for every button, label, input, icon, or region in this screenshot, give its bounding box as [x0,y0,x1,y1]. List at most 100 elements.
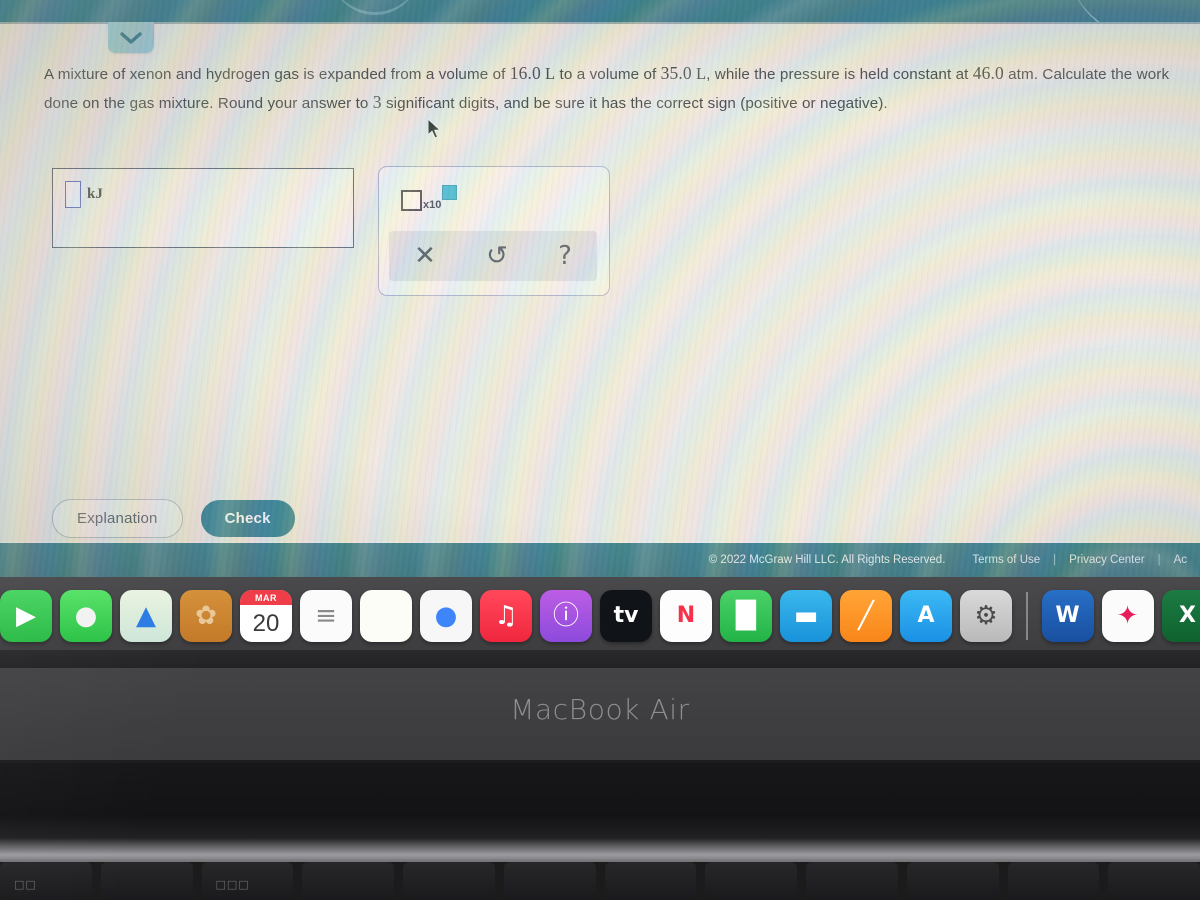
keyboard-function-row: □□ □□□ [0,862,1200,900]
keyboard-key[interactable] [806,862,898,900]
keyboard-key-glyph: □□□ [215,878,250,891]
header-underline [0,22,1200,24]
dock-icon-reminders[interactable]: ≡ [300,590,352,642]
question-part-1: A mixture of xenon and hydrogen gas is e… [44,66,510,83]
dock-icon-reminders-glyph: ≡ [315,601,337,631]
dock-icon-excel-glyph: X [1179,603,1196,628]
math-tool-palette: x10 ✕ ↺ ? [378,166,610,296]
volume-final-value: 35.0 [660,63,692,83]
dock-icon-photos-glyph: ✿ [195,601,217,631]
unit-initial: L [545,64,556,83]
dock-icon-maps-glyph: ▲ [136,601,156,631]
keyboard-key[interactable] [403,862,495,900]
dock-icon-keynote[interactable]: ▬ [780,590,832,642]
dock-icon-news-glyph: N [676,603,696,628]
dock-icon-music[interactable]: ♫ [480,590,532,642]
answer-box[interactable]: kJ [52,168,354,248]
dock-icon-photos[interactable]: ✿ [180,590,232,642]
dock-icon-word-glyph: W [1055,603,1080,628]
terms-of-use-link[interactable]: Terms of Use [972,554,1040,566]
sci-notation-label: x10 [423,199,442,211]
keyboard-key[interactable] [604,862,697,900]
action-buttons: Explanation Check [52,499,295,538]
dock-icon-appstore-glyph: A [917,603,935,628]
help-button[interactable]: ? [558,243,572,269]
question-text: A mixture of xenon and hydrogen gas is e… [44,60,1174,117]
dock-icon-maps[interactable]: ▲ [120,590,172,642]
laptop-photo: A mixture of xenon and hydrogen gas is e… [0,0,1200,900]
question-part-2: to a volume of [555,66,661,83]
macos-dock: ▶ ● ▲ ✿ MAR 20 ≡ ● ♫ ⓘ tv N █ ▬ ╱ A ⚙ W ✦ X [0,582,1200,650]
keyboard-key[interactable] [1108,862,1200,900]
header-decor-arc [1065,0,1200,22]
scientific-notation-button[interactable]: x10 [401,185,458,211]
calendar-month-label: MAR [240,590,292,605]
laptop-deck-highlight [0,838,1200,862]
dock-icon-appletv-glyph: tv [613,603,639,628]
question-part-3: , while the pressure is held constant at [706,66,973,83]
page-footer: © 2022 McGraw Hill LLC. All Rights Reser… [0,543,1200,577]
undo-button[interactable]: ↺ [486,243,508,269]
dock-icon-podcasts-glyph: ⓘ [552,601,579,631]
answer-unit-label: kJ [87,186,103,202]
dock-icon-slack[interactable]: ✦ [1101,590,1154,642]
dock-icon-keynote-glyph: ▬ [793,601,819,631]
dock-icon-messages-glyph: ● [74,601,98,631]
mouse-pointer [427,117,443,145]
check-button[interactable]: Check [200,500,295,537]
palette-control-row: ✕ ↺ ? [389,231,597,281]
volume-initial-value: 16.0 [509,63,541,83]
dock-icon-chrome[interactable]: ● [420,590,472,642]
laptop-screen: A mixture of xenon and hydrogen gas is e… [0,0,1200,655]
app-header-bar [0,0,1200,22]
dock-icon-appstore[interactable]: A [900,590,952,642]
header-decor-arc-2 [330,0,420,15]
calendar-day-label: 20 [252,609,280,637]
keyboard-key[interactable]: □□□ [201,862,294,900]
sigfig-count: 3 [372,91,382,112]
footer-separator-2: | [1157,554,1161,566]
dock-separator [1026,592,1028,640]
dock-icon-messages[interactable]: ● [60,590,112,642]
dock-icon-numbers[interactable]: █ [720,590,772,642]
dock-icon-facetime-glyph: ▶ [16,601,36,631]
dock-icon-pages-glyph: ╱ [858,601,874,631]
dock-icon-system-preferences[interactable]: ⚙ [960,590,1012,642]
keyboard-key[interactable] [1007,862,1100,900]
dock-icon-word[interactable]: W [1041,590,1094,642]
dock-icon-notes[interactable] [360,590,412,642]
mantissa-box-icon [401,190,422,211]
dock-icon-appletv[interactable]: tv [600,590,652,642]
accessibility-link[interactable]: Ac [1174,554,1187,566]
keyboard-key[interactable] [906,862,999,900]
copyright-text: © 2022 McGraw Hill LLC. All Rights Reser… [708,554,946,566]
dock-icon-slack-glyph: ✦ [1116,601,1139,631]
keyboard-key[interactable] [302,862,394,900]
dock-icon-pages[interactable]: ╱ [840,590,892,642]
footer-separator-1: | [1053,554,1057,566]
chevron-down-icon [120,31,142,44]
explanation-button[interactable]: Explanation [52,499,183,538]
answer-input[interactable] [65,181,81,208]
clear-button[interactable]: ✕ [414,243,436,269]
answer-inner: kJ [65,181,103,208]
keyboard-key[interactable] [100,862,193,900]
dock-icon-numbers-glyph: █ [736,601,756,631]
keyboard-key[interactable]: □□ [0,862,92,900]
dock-icon-calendar[interactable]: MAR 20 [240,590,292,642]
pressure-unit: atm [1008,66,1034,83]
dock-icon-podcasts[interactable]: ⓘ [540,590,592,642]
keyboard-key[interactable] [705,862,797,900]
dock-icon-system-preferences-glyph: ⚙ [974,601,998,631]
collapse-panel-tab[interactable] [108,22,154,53]
question-part-5: significant digits, and be sure it has t… [381,94,888,112]
privacy-center-link[interactable]: Privacy Center [1069,554,1144,566]
exponent-box-icon [442,185,458,200]
keyboard-key[interactable] [503,862,596,900]
dock-icon-excel[interactable]: X [1161,590,1200,642]
dock-icon-music-glyph: ♫ [494,601,518,631]
dock-icon-chrome-glyph: ● [434,601,458,631]
dock-icon-facetime[interactable]: ▶ [0,590,52,642]
dock-icon-news[interactable]: N [660,590,712,642]
macbook-model-name: MacBook Air [510,693,690,726]
